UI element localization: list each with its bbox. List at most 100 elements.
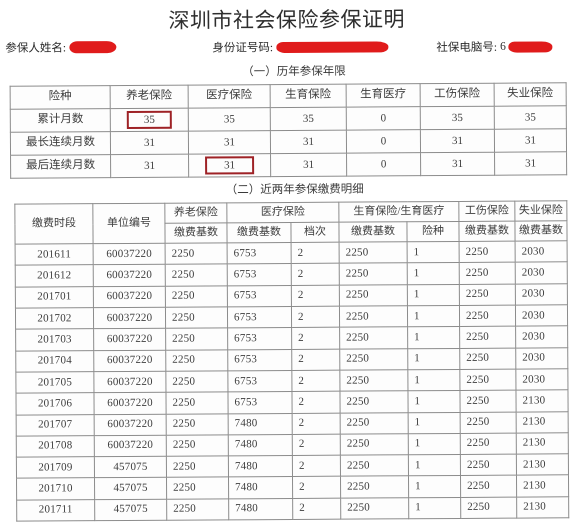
detail-cell-medical-base: 7480 (228, 476, 293, 499)
detail-cell-injury-base: 2250 (459, 347, 516, 370)
page-title: 深圳市社会保险参保证明 (168, 7, 406, 33)
detail-cell-maternity-type: 1 (407, 348, 460, 370)
detail-cell-period: 201710 (16, 478, 95, 500)
detail-cell-medical-base: 7480 (228, 434, 293, 456)
detail-header-injury: 工伤保险 (458, 201, 515, 222)
years-header-cell: 失业保险 (494, 82, 567, 107)
detail-cell-unit: 60037220 (93, 371, 166, 393)
detail-cell-injury-base: 2250 (459, 326, 516, 349)
document-page: 深圳市社会保险参保证明 参保人姓名: 身份证号码: 社保电脑号: 6 （一）历年… (0, 0, 575, 522)
detail-cell-period: 201709 (16, 456, 95, 479)
detail-cell-maternity-type: 1 (408, 475, 461, 498)
detail-cell-pension-base: 2250 (165, 392, 229, 414)
detail-cell-period: 201705 (15, 371, 94, 394)
years-header-cell: 生育医疗 (346, 83, 421, 108)
detail-cell-maternity-base: 2250 (340, 412, 409, 434)
years-cell: 31 (270, 153, 347, 177)
detail-cell-medical-tier: 2 (291, 306, 340, 328)
detail-cell-medical-tier: 2 (292, 412, 341, 435)
detail-cell-maternity-base: 2250 (339, 369, 408, 392)
years-header-cell: 养老保险 (110, 85, 189, 109)
detail-cell-injury-base: 2250 (459, 305, 516, 327)
social-insurance-number-field: 社保电脑号: 6 (436, 39, 553, 56)
detail-cell-unemployment-base: 2130 (516, 432, 569, 455)
detail-cell-maternity-type: 1 (407, 326, 460, 349)
detail-cell-period: 201701 (15, 286, 94, 309)
detail-header-period: 缴费时段 (14, 203, 94, 245)
detail-cell-pension-base: 2250 (166, 434, 229, 457)
detail-cell-medical-tier: 2 (292, 476, 341, 499)
detail-cell-pension-base: 2250 (165, 285, 228, 308)
detail-subheader-maternity-base: 缴费基数 (338, 221, 408, 243)
years-cell: 31 (188, 130, 271, 155)
detail-cell-medical-base: 6753 (227, 370, 292, 393)
years-cell: 35 (420, 106, 495, 130)
years-cell: 35 (270, 107, 347, 131)
detail-cell-maternity-type: 1 (408, 497, 461, 519)
years-row-label: 累计月数 (10, 108, 111, 133)
detail-cell-medical-tier: 2 (292, 455, 341, 477)
insured-name-redaction (69, 41, 117, 54)
detail-cell-unemployment-base: 2130 (516, 453, 569, 476)
years-cell: 0 (346, 106, 421, 131)
detail-cell-maternity-base: 2250 (339, 241, 408, 264)
years-header-cell: 工伤保险 (420, 83, 495, 107)
detail-cell-unit: 60037220 (93, 392, 167, 415)
detail-subheader-medical-tier: 档次 (290, 222, 340, 243)
detail-cell-maternity-type: 1 (407, 241, 460, 264)
years-cell: 31 (110, 131, 189, 155)
detail-cell-unit: 60037220 (93, 349, 166, 372)
table-row: 最后连续月数 31 31 31 0 31 31 (10, 151, 567, 179)
detail-cell-injury-base: 2250 (459, 241, 516, 263)
detail-cell-maternity-type: 1 (407, 284, 460, 306)
detail-cell-pension-base: 2250 (166, 498, 229, 521)
years-row-label: 最长连续月数 (10, 131, 111, 156)
detail-cell-period: 201611 (15, 243, 94, 266)
detail-header-unit: 单位编号 (92, 203, 166, 244)
years-cell: 31 (188, 153, 271, 178)
years-cell: 31 (270, 130, 347, 154)
section-two-caption: （二）近两年参保缴费明细 (225, 183, 364, 197)
detail-cell-medical-tier: 2 (291, 263, 340, 286)
detail-subheader-injury-base: 缴费基数 (458, 221, 516, 242)
detail-cell-medical-base: 6753 (227, 391, 293, 414)
detail-cell-period: 201708 (16, 435, 95, 458)
detail-cell-unit: 60037220 (93, 243, 166, 266)
detail-cell-medical-base: 7480 (228, 455, 293, 478)
social-insurance-number-label: 社保电脑号: (436, 41, 498, 55)
detail-cell-unit: 457075 (94, 456, 167, 479)
years-header-cell: 险种 (10, 85, 111, 110)
detail-cell-medical-base: 7480 (228, 412, 293, 435)
detail-cell-maternity-base: 2250 (340, 476, 409, 498)
detail-subheader-medical-base: 缴费基数 (226, 222, 292, 244)
detail-cell-medical-tier: 2 (291, 327, 340, 350)
insured-name-field: 参保人姓名: (5, 39, 117, 56)
detail-cell-unit: 60037220 (93, 285, 166, 308)
detail-header-medical: 医疗保险 (226, 202, 339, 224)
detail-cell-unemployment-base: 2030 (515, 347, 568, 370)
detail-cell-medical-base: 6753 (227, 327, 292, 350)
detail-cell-medical-tier: 2 (291, 370, 340, 392)
years-cell: 0 (346, 152, 421, 177)
detail-cell-medical-tier: 2 (291, 348, 340, 371)
detail-cell-unit: 60037220 (93, 328, 166, 351)
years-header-cell: 医疗保险 (188, 84, 271, 109)
detail-cell-maternity-base: 2250 (339, 263, 408, 285)
detail-header-unemployment: 失业保险 (514, 200, 567, 222)
detail-cell-unemployment-base: 2030 (515, 304, 568, 327)
detail-cell-maternity-base: 2250 (340, 497, 409, 520)
detail-cell-medical-tier: 2 (291, 391, 341, 413)
detail-cell-maternity-type: 1 (408, 433, 461, 455)
detail-cell-unemployment-base: 2030 (515, 368, 568, 391)
table-row: 累计月数 35 35 35 0 35 35 (10, 105, 567, 133)
detail-header-pension: 养老保险 (164, 203, 227, 224)
detail-cell-maternity-base: 2250 (339, 348, 408, 371)
years-cell: 31 (110, 154, 189, 178)
detail-cell-unit: 60037220 (93, 307, 166, 330)
detail-cell-maternity-type: 1 (407, 369, 460, 391)
detail-cell-medical-base: 7480 (228, 498, 293, 520)
detail-cell-medical-tier: 2 (292, 497, 341, 520)
detail-cell-period: 201704 (15, 350, 94, 373)
detail-cell-unit: 457075 (94, 477, 167, 500)
table-row: 201711 457075 2250 7480 2 2250 1 2250 2130 (16, 496, 569, 522)
